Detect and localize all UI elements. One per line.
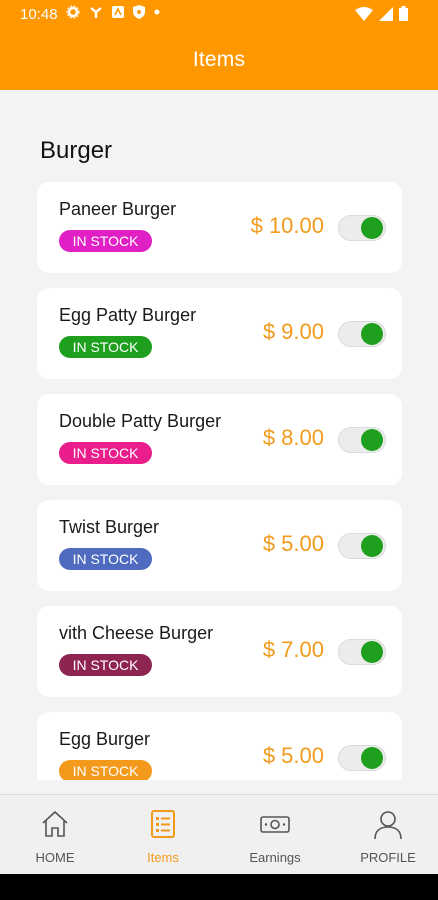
toggle-knob bbox=[361, 747, 383, 769]
notification-icons bbox=[66, 5, 160, 19]
category-title: Burger bbox=[40, 137, 113, 164]
item-name: Twist Burger bbox=[59, 517, 160, 537]
item-price: $ 7.00 bbox=[262, 637, 324, 662]
user-icon bbox=[374, 811, 402, 840]
item-card[interactable]: Egg Patty Burger IN STOCK $ 9.00 bbox=[37, 288, 402, 379]
signal-icon bbox=[379, 6, 393, 21]
item-card[interactable]: vith Cheese Burger IN STOCK $ 7.00 bbox=[37, 606, 402, 697]
nav-profile[interactable]: PROFILE bbox=[333, 795, 438, 875]
item-name: Paneer Burger bbox=[59, 199, 177, 219]
fan-icon bbox=[90, 7, 102, 18]
item-price: $ 8.00 bbox=[262, 425, 324, 450]
item-name: Egg Patty Burger bbox=[59, 305, 197, 325]
shield-icon bbox=[133, 5, 145, 19]
availability-toggle[interactable] bbox=[338, 321, 386, 347]
system-icons bbox=[355, 6, 408, 21]
availability-toggle[interactable] bbox=[338, 215, 386, 241]
items-list[interactable]: Burger Paneer Burger IN STOCK $ 10.00 Eg… bbox=[0, 90, 438, 780]
toggle-knob bbox=[361, 429, 383, 451]
stock-badge: IN STOCK bbox=[59, 230, 152, 252]
nav-earnings-label: Earnings bbox=[249, 850, 301, 865]
bottom-navigation: HOME Items Earnings PROFILE bbox=[0, 794, 438, 874]
nav-home-label: HOME bbox=[35, 850, 75, 865]
item-price: $ 10.00 bbox=[250, 213, 324, 238]
stock-badge: IN STOCK bbox=[59, 336, 152, 358]
toggle-knob bbox=[361, 217, 383, 239]
item-name: vith Cheese Burger bbox=[59, 623, 214, 643]
stock-badge: IN STOCK bbox=[59, 442, 152, 464]
dot-icon bbox=[154, 9, 160, 15]
page-title: Items bbox=[192, 48, 246, 71]
item-name: Double Patty Burger bbox=[59, 411, 222, 431]
wifi-icon bbox=[355, 6, 373, 21]
nav-profile-label: PROFILE bbox=[360, 850, 416, 865]
availability-toggle[interactable] bbox=[338, 639, 386, 665]
nav-earnings[interactable]: Earnings bbox=[220, 795, 330, 875]
money-icon bbox=[260, 816, 290, 833]
item-price: $ 9.00 bbox=[262, 319, 324, 344]
nav-items-label: Items bbox=[147, 850, 179, 865]
battery-icon bbox=[399, 6, 408, 21]
app-bar: Items bbox=[0, 30, 438, 90]
toggle-knob bbox=[361, 641, 383, 663]
item-price: $ 5.00 bbox=[262, 531, 324, 556]
nav-home[interactable]: HOME bbox=[0, 795, 110, 875]
item-card[interactable]: Paneer Burger IN STOCK $ 10.00 bbox=[37, 182, 402, 273]
stock-badge: IN STOCK bbox=[59, 654, 152, 676]
toggle-knob bbox=[361, 323, 383, 345]
item-name: Egg Burger bbox=[59, 729, 151, 749]
app-icon bbox=[112, 6, 124, 18]
availability-toggle[interactable] bbox=[338, 533, 386, 559]
home-icon bbox=[42, 810, 68, 837]
item-card[interactable]: Egg Burger IN STOCK $ 5.00 bbox=[37, 712, 402, 780]
item-card[interactable]: Twist Burger IN STOCK $ 5.00 bbox=[37, 500, 402, 591]
item-price: $ 5.00 bbox=[262, 743, 324, 768]
list-icon bbox=[151, 810, 175, 838]
item-card[interactable]: Double Patty Burger IN STOCK $ 8.00 bbox=[37, 394, 402, 485]
availability-toggle[interactable] bbox=[338, 745, 386, 771]
status-bar: 10:48 bbox=[0, 0, 438, 30]
stock-badge: IN STOCK bbox=[59, 548, 152, 570]
toggle-knob bbox=[361, 535, 383, 557]
nav-items[interactable]: Items bbox=[108, 795, 218, 875]
status-time: 10:48 bbox=[20, 6, 58, 23]
settings-icon bbox=[66, 5, 80, 19]
stock-badge: IN STOCK bbox=[59, 760, 152, 780]
gesture-bar bbox=[0, 874, 438, 900]
availability-toggle[interactable] bbox=[338, 427, 386, 453]
